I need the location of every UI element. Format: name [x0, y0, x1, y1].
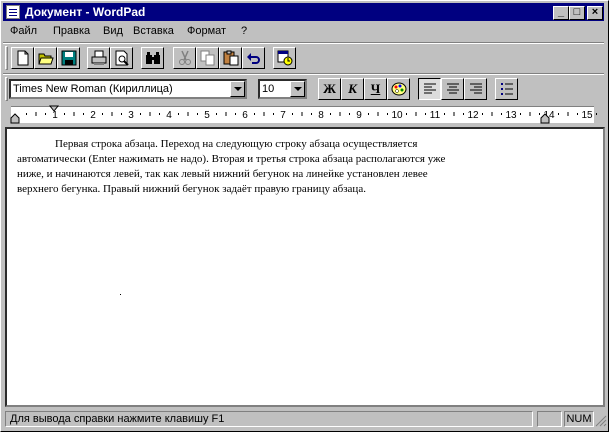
format-toolbar-grip[interactable] [5, 77, 8, 101]
paragraph-line-4: верхнего бегунка. Правый нижний бегунок … [17, 183, 366, 195]
size-dropdown-arrow-icon[interactable] [290, 81, 305, 97]
menu-format[interactable]: Формат [187, 25, 226, 37]
insert-datetime-button[interactable] [273, 47, 296, 69]
find-button[interactable] [141, 47, 164, 69]
undo-icon [247, 53, 260, 64]
ruler-number: 4 [166, 110, 172, 121]
italic-icon: К [348, 81, 357, 96]
font-name-value: Times New Roman (Кириллица) [13, 83, 173, 95]
align-left-icon [424, 83, 436, 94]
print-preview-icon [115, 50, 129, 66]
document-editor[interactable]: Первая строка абзаца. Переход на следующ… [5, 127, 605, 407]
ruler-number: 9 [356, 110, 362, 121]
save-icon [61, 50, 77, 66]
paste-button[interactable] [219, 47, 242, 69]
new-button[interactable] [11, 47, 34, 69]
align-right-button[interactable] [464, 78, 487, 100]
menu-help[interactable]: ? [241, 25, 247, 37]
print-icon [91, 50, 107, 65]
status-cap-indicator [537, 411, 562, 427]
format-toolbar: Times New Roman (Кириллица) 10 Ж К Ч [3, 75, 604, 103]
bold-icon: Ж [323, 81, 336, 96]
standard-toolbar [3, 44, 604, 72]
bullets-icon [501, 83, 513, 95]
align-right-icon [470, 83, 482, 94]
ruler-scale: 1 2 3 4 5 6 7 8 9 10 11 12 13 14 15 [10, 105, 597, 124]
open-button[interactable] [34, 47, 57, 69]
ruler-number: 1 [52, 110, 58, 121]
toolbar-grip[interactable] [5, 46, 8, 70]
ruler[interactable]: 1 2 3 4 5 6 7 8 9 10 11 12 13 14 15 [3, 103, 604, 125]
wordpad-window: Документ - WordPad _ □ × Файл Правка Вид… [0, 0, 609, 432]
window-title: Документ - WordPad [25, 5, 146, 19]
status-num-indicator: NUM [564, 411, 594, 427]
paste-icon [223, 50, 239, 66]
align-center-icon [447, 83, 459, 94]
color-palette-icon [391, 82, 407, 96]
bold-button[interactable]: Ж [318, 78, 341, 100]
ruler-number: 8 [318, 110, 324, 121]
left-indent-marker[interactable] [10, 113, 20, 124]
menu-edit[interactable]: Правка [53, 25, 90, 37]
menu-view[interactable]: Вид [103, 25, 123, 37]
font-name-combo[interactable]: Times New Roman (Кириллица) [9, 79, 247, 99]
maximize-button[interactable]: □ [569, 6, 585, 20]
italic-button[interactable]: К [341, 78, 364, 100]
new-icon [17, 50, 29, 66]
ruler-number: 6 [242, 110, 248, 121]
status-bar: Для вывода справки нажмите клавишу F1 NU… [3, 411, 607, 429]
align-left-button[interactable] [418, 78, 441, 100]
cut-icon [179, 50, 191, 65]
ruler-number: 12 [467, 110, 479, 121]
insert-datetime-icon [277, 50, 293, 66]
menu-file[interactable]: Файл [10, 25, 37, 37]
print-button[interactable] [87, 47, 110, 69]
ruler-number: 7 [280, 110, 286, 121]
minimize-icon: _ [557, 6, 565, 18]
stray-dot [120, 294, 121, 295]
ruler-number: 15 [581, 110, 593, 121]
underline-icon: Ч [370, 81, 381, 96]
close-button[interactable]: × [587, 6, 603, 20]
print-preview-button[interactable] [110, 47, 133, 69]
maximize-icon: □ [573, 6, 581, 18]
color-button[interactable] [387, 78, 410, 100]
font-size-combo[interactable]: 10 [258, 79, 307, 99]
close-icon: × [591, 6, 599, 18]
document-text[interactable]: Первая строка абзаца. Переход на следующ… [7, 137, 547, 197]
paragraph-line-3: ниже, и начинаются левей, так как левый … [17, 168, 428, 180]
minimize-button[interactable]: _ [553, 6, 569, 20]
undo-button[interactable] [242, 47, 265, 69]
ruler-number: 11 [430, 110, 441, 121]
align-center-button[interactable] [441, 78, 464, 100]
ruler-number: 13 [505, 110, 517, 121]
ruler-number: 3 [128, 110, 134, 121]
font-dropdown-arrow-icon[interactable] [230, 81, 245, 97]
ruler-number: 5 [204, 110, 210, 121]
title-bar[interactable]: Документ - WordPad _ □ × [3, 3, 604, 21]
paragraph-line-1: Первая строка абзаца. Переход на следующ… [55, 138, 418, 150]
status-help-text: Для вывода справки нажмите клавишу F1 [5, 411, 533, 427]
size-grip-icon[interactable] [595, 415, 607, 427]
font-size-value: 10 [262, 83, 275, 95]
find-icon [146, 52, 160, 64]
ruler-number: 10 [391, 110, 403, 121]
menu-bar: Файл Правка Вид Вставка Формат ? [3, 22, 604, 41]
copy-icon [200, 50, 215, 66]
wordpad-app-icon[interactable] [6, 5, 20, 19]
paragraph-line-2: автоматически (Enter нажимать не надо). … [17, 153, 446, 165]
copy-button[interactable] [196, 47, 219, 69]
ruler-number: 2 [90, 110, 96, 121]
save-button[interactable] [57, 47, 80, 69]
bullets-button[interactable] [495, 78, 518, 100]
menu-insert[interactable]: Вставка [133, 25, 174, 37]
open-icon [38, 53, 54, 65]
cut-button[interactable] [173, 47, 196, 69]
underline-button[interactable]: Ч [364, 78, 387, 100]
